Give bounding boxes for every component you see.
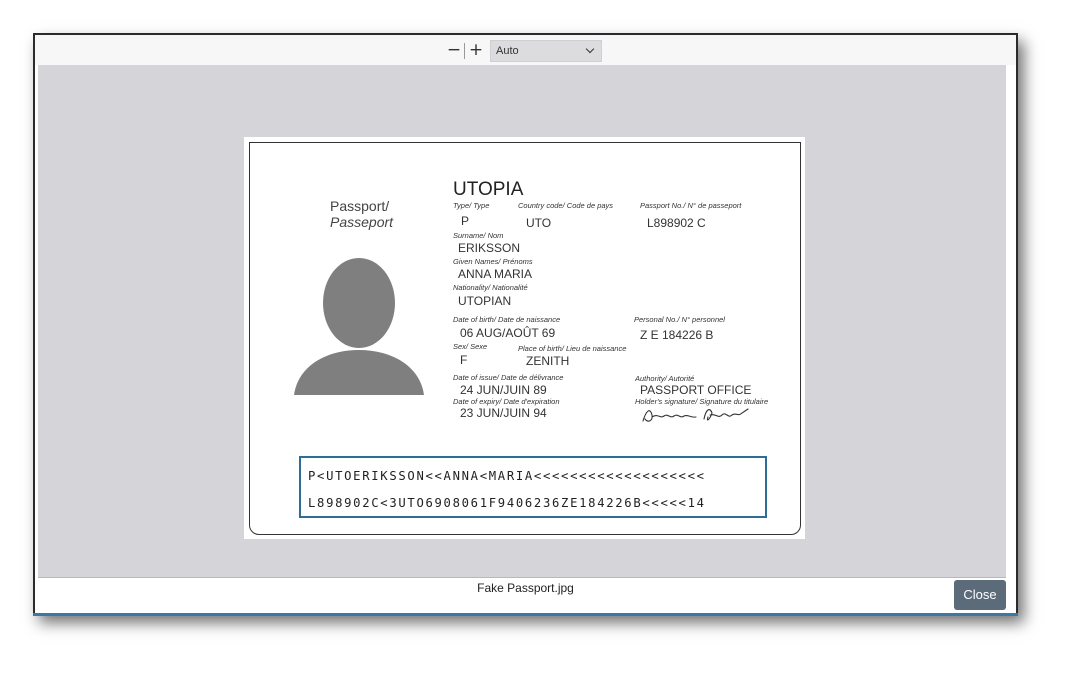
surname-label: Surname/ Nom [453, 231, 504, 240]
zoom-level-value: Auto [496, 45, 519, 57]
pob-label: Place of birth/ Lieu de naissance [518, 344, 627, 353]
expiry-value: 23 JUN/JUIN 94 [460, 406, 547, 420]
document-label: Passport/ Passeport [330, 198, 393, 230]
given-names-label: Given Names/ Prénoms [453, 257, 533, 266]
given-names-value: ANNA MARIA [458, 267, 533, 281]
zoom-divider [464, 43, 465, 59]
nationality-label: Nationality/ Nationalité [453, 283, 528, 292]
issue-label: Date of issue/ Date de délivrance [453, 373, 564, 382]
zoom-out-button[interactable]: − [446, 40, 462, 60]
type-label: Type/ Type [453, 201, 490, 210]
surname-value: ERIKSSON [458, 241, 521, 255]
authority-value: PASSPORT OFFICE [640, 383, 752, 397]
holder-signature [642, 408, 749, 422]
expiry-label: Date of expiry/ Date d'expiration [453, 397, 560, 406]
country-code-label: Country code/ Code de pays [518, 201, 614, 210]
mrz-line-2: L898902C<3UTO6908061F9406236ZE184226B<<<… [308, 496, 706, 510]
passport-no-label: Passport No./ N° de passeport [640, 201, 742, 210]
document-label-en: Passport/ [330, 198, 390, 214]
nationality-value: UTOPIAN [458, 294, 512, 308]
sex-value: F [460, 353, 468, 367]
machine-readable-zone: P<UTOERIKSSON<<ANNA<MARIA<<<<<<<<<<<<<<<… [299, 456, 767, 518]
zoom-in-button[interactable]: + [468, 40, 484, 60]
holder-photo-placeholder-icon [294, 258, 424, 395]
chevron-down-icon [585, 44, 595, 54]
personal-no-value: Z E 184226 B [640, 328, 714, 342]
close-button[interactable]: Close [954, 580, 1006, 610]
personal-no-label: Personal No./ N° personnel [634, 315, 725, 324]
image-viewer-area[interactable]: Passport/ Passeport UTOPIA Type/ Type P … [38, 65, 1006, 578]
viewer-toolbar: − + Auto [35, 35, 1016, 65]
issuing-country: UTOPIA [453, 179, 524, 200]
mrz-line-1: P<UTOERIKSSON<<ANNA<MARIA<<<<<<<<<<<<<<<… [308, 469, 706, 483]
country-code-value: UTO [526, 216, 552, 230]
image-preview-dialog: − + Auto Passport/ Passeport UTOPIA Type… [33, 33, 1018, 616]
issue-value: 24 JUN/JUIN 89 [460, 383, 547, 397]
dob-label: Date of birth/ Date de naissance [453, 315, 561, 324]
passport-card: Passport/ Passeport UTOPIA Type/ Type P … [249, 142, 801, 535]
pob-value: ZENITH [526, 354, 570, 368]
file-name: Fake Passport.jpg [477, 581, 574, 595]
authority-label: Authority/ Autorité [635, 374, 695, 383]
zoom-level-select[interactable]: Auto [490, 40, 602, 62]
sex-label: Sex/ Sexe [453, 342, 488, 351]
document-label-fr: Passeport [330, 214, 394, 230]
passport-image: Passport/ Passeport UTOPIA Type/ Type P … [244, 137, 805, 539]
type-value: P [461, 214, 470, 228]
dob-value: 06 AUG/AOÛT 69 [460, 326, 556, 340]
passport-no-value: L898902 C [647, 216, 706, 230]
